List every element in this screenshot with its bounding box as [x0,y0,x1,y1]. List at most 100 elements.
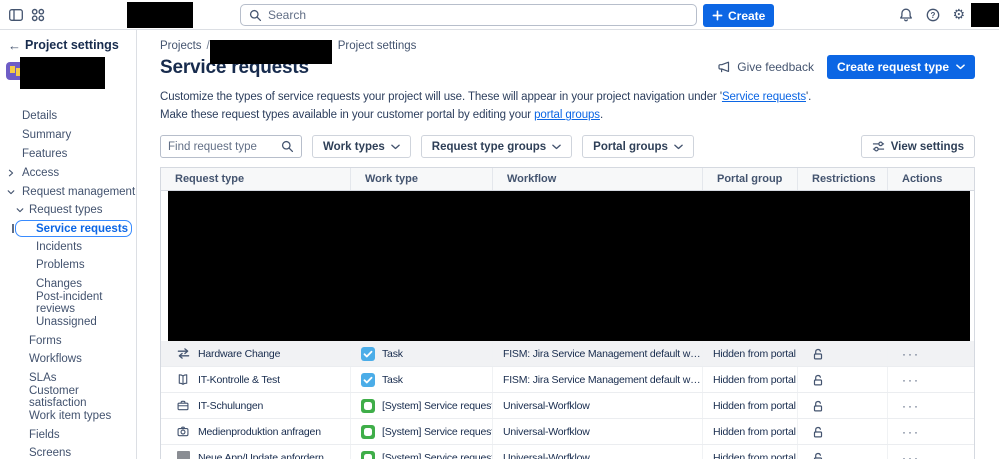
sidebar-item-forms[interactable]: Forms [0,331,137,350]
sidebar-item-incidents[interactable]: Incidents [0,237,137,256]
sidebar-item-work-item-types[interactable]: Work item types [0,406,137,425]
chevron-down-icon [16,206,24,214]
sidebar-item-access[interactable]: Access [0,163,137,182]
give-feedback-label: Give feedback [737,60,814,74]
page-description: Customize the types of service requests … [160,91,812,122]
row-actions-button[interactable]: ··· [888,367,974,392]
request-type-name: IT-Kontrolle & Test [198,373,280,386]
sidebar-item-service-requests[interactable]: Service requests [12,219,132,238]
briefcase-icon [175,398,191,414]
table-header: Request type Work type Workflow Portal g… [161,168,974,191]
find-request-type-input[interactable] [168,140,277,153]
sidebar-item-features[interactable]: Features [0,145,137,164]
request-type-name: Hardware Change [198,347,281,360]
create-request-type-button[interactable]: Create request type [826,55,975,79]
sliders-icon [872,140,885,153]
redacted-project-name [20,57,105,89]
search-input[interactable] [268,8,688,22]
unlock-icon [812,347,824,361]
portal-group-label: Hidden from portal [713,373,796,386]
request-type-groups-dropdown[interactable]: Request type groups [420,135,573,158]
create-button[interactable]: Create [703,4,775,27]
create-request-type-label: Create request type [836,60,949,74]
sidebar-back-title: Project settings [25,38,119,52]
app-switcher-icon[interactable] [30,7,46,23]
workflow-label: FISM: Jira Service Management default wo… [503,373,702,386]
work-types-dropdown[interactable]: Work types [312,135,411,158]
breadcrumb-projects[interactable]: Projects [160,40,202,52]
request-type-name: Neue App/Update anfordern [198,451,324,459]
portal-groups-link[interactable]: portal groups [534,109,600,121]
table-row[interactable]: Hardware Change Task FISM: Jira Service … [161,341,974,367]
view-settings-button[interactable]: View settings [860,135,975,158]
table-row[interactable]: Neue App/Update anfordern [System] Servi… [161,445,974,459]
row-actions-button[interactable]: ··· [888,341,974,366]
sidebar-item-summary[interactable]: Summary [0,126,137,145]
find-request-type-field [160,135,302,158]
portal-groups-dropdown[interactable]: Portal groups [582,135,694,158]
bell-icon[interactable] [898,7,914,23]
redacted-logo [127,2,193,28]
sidebar-item-fields[interactable]: Fields [0,425,137,444]
workflow-label: FISM: Jira Service Management default wo… [503,347,702,360]
table-row[interactable]: IT-Kontrolle & Test Task FISM: Jira Serv… [161,367,974,393]
back-arrow-icon[interactable]: ← [8,38,21,53]
sidebar-item-post-incident-reviews[interactable]: Post-incident reviews [0,291,137,315]
sidebar-item-workflows[interactable]: Workflows [0,350,137,369]
column-actions: Actions [902,173,943,185]
help-icon[interactable]: ? [925,7,941,23]
topbar-right-icons: ? ⚙ [898,0,965,30]
megaphone-icon [717,60,731,74]
column-portal-group: Portal group [703,168,798,190]
breadcrumb-project-settings[interactable]: Project settings [338,40,417,52]
sidebar-item-problems[interactable]: Problems [0,256,137,275]
service-requests-link[interactable]: Service requests [722,91,806,103]
portal-group-label: Hidden from portal [713,399,796,412]
work-type-label: [System] Service request [382,399,493,412]
workflow-label: Universal-Worfklow [503,451,590,459]
task-icon [361,346,375,361]
swap-arrows-icon [175,346,191,362]
row-actions-button[interactable]: ··· [888,419,974,444]
camera-icon [175,424,191,440]
sidebar-item-request-management[interactable]: Request management [0,182,137,201]
request-type-name: IT-Schulungen [198,399,264,412]
workflow-label: Universal-Worfklow [503,399,590,412]
global-search [240,4,697,26]
sidebar-item-details[interactable]: Details [0,107,137,126]
chevron-down-icon [956,64,965,70]
sidebar-toggle-icon[interactable] [8,7,24,23]
request-type-name: Medienproduktion anfragen [198,425,321,438]
unlock-icon [812,451,824,459]
sidebar-item-customer-satisfaction[interactable]: Customer satisfaction [0,385,137,409]
open-book-icon [175,372,191,388]
project-settings-sidebar: ← Project settings Details Summary Featu… [0,30,137,459]
sidebar-item-request-types[interactable]: Request types [0,201,137,220]
workflow-label: Universal-Worfklow [503,425,590,438]
column-request-type: Request type [161,168,351,190]
table-row[interactable]: IT-Schulungen [System] Service request U… [161,393,974,419]
column-workflow: Workflow [493,168,703,190]
unlock-icon [812,425,824,439]
service-request-icon [361,450,375,459]
row-actions-button[interactable]: ··· [888,393,974,418]
svg-text:?: ? [931,11,936,20]
work-type-label: [System] Service request [382,425,493,438]
work-type-label: [System] Service request [382,451,493,459]
sidebar-item-screens[interactable]: Screens [0,444,137,459]
give-feedback-button[interactable]: Give feedback [717,60,814,74]
redacted-gray-square-icon [175,450,191,459]
sidebar-item-unassigned[interactable]: Unassigned [0,312,137,331]
redacted-avatar [971,3,999,27]
portal-group-label: Hidden from portal [713,451,796,459]
work-type-label: Task [382,347,403,360]
chevron-down-icon [391,144,400,150]
column-restrictions: Restrictions [798,168,888,190]
table-row[interactable]: Medienproduktion anfragen [System] Servi… [161,419,974,445]
gear-icon[interactable]: ⚙ [952,8,965,22]
row-actions-button[interactable]: ··· [888,445,974,459]
plus-icon [712,10,723,21]
service-request-icon [361,398,375,413]
service-request-icon [361,424,375,439]
header-actions: Give feedback Create request type [717,55,975,79]
